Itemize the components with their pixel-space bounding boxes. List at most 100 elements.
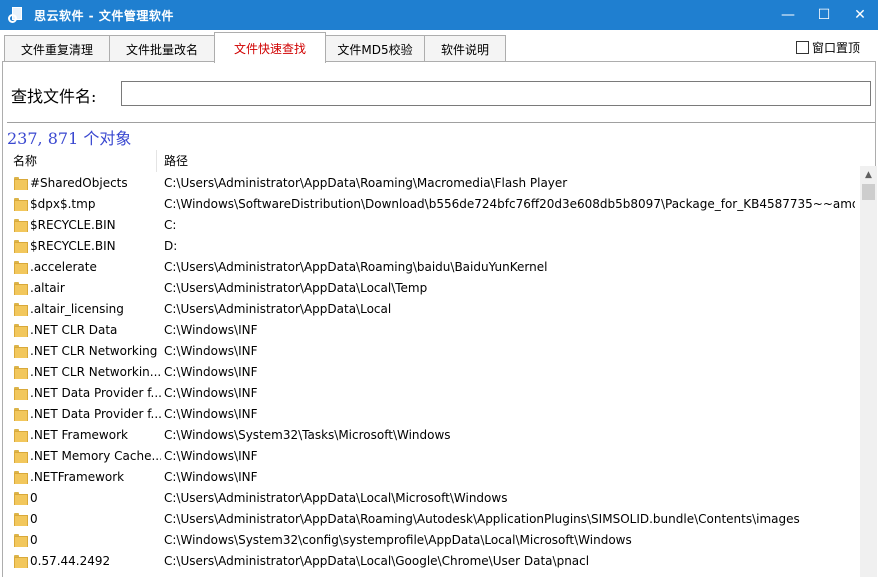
file-path: C:\Users\Administrator\AppData\Local\Tem…: [164, 280, 428, 295]
file-path: C:\Windows\System32\Tasks\Microsoft\Wind…: [164, 427, 451, 442]
file-name: .altair_licensing: [30, 301, 124, 316]
file-name-cell: $RECYCLE.BIN: [7, 239, 161, 253]
file-path: C:\Windows\SoftwareDistribution\Download…: [164, 196, 855, 211]
tab-duplicate-cleanup[interactable]: 文件重复清理: [4, 35, 110, 62]
column-header-path[interactable]: 路径: [157, 150, 188, 172]
list-item[interactable]: .NET CLR Networking C:\Windows\INF: [7, 340, 859, 361]
tab-batch-rename[interactable]: 文件批量改名: [109, 35, 215, 62]
file-name: .NETFramework: [30, 469, 125, 484]
search-panel: 查找文件名: 237, 871 个对象 名称 路径 #SharedObjects…: [2, 61, 877, 577]
folder-icon: [14, 428, 28, 442]
list-item[interactable]: .altair_licensing C:\Users\Administrator\…: [7, 298, 859, 319]
list-item[interactable]: .NET Data Provider f... C:\Windows\INF: [7, 403, 859, 424]
file-path: C:\Users\Administrator\AppData\Local: [164, 301, 392, 316]
tab-quick-search[interactable]: 文件快速查找: [214, 32, 326, 63]
scroll-up-arrow-icon[interactable]: ▲: [860, 166, 877, 183]
file-name-cell: .altair: [7, 281, 161, 295]
file-path: C:\Users\Administrator\AppData\Roaming\A…: [164, 511, 800, 526]
folder-icon: [14, 302, 28, 316]
tab-strip: 文件重复清理 文件批量改名 文件快速查找 文件MD5校验 软件说明 窗口置顶: [0, 30, 878, 63]
folder-icon: [14, 218, 28, 232]
list-item[interactable]: .NET CLR Data C:\Windows\INF: [7, 319, 859, 340]
folder-icon: [14, 260, 28, 274]
file-name-cell: 0: [7, 512, 161, 526]
file-name: .NET Data Provider f...: [30, 385, 161, 400]
file-name: .NET Memory Cache...: [30, 448, 161, 463]
list-item[interactable]: .NET Framework C:\Windows\System32\Tasks\…: [7, 424, 859, 445]
folder-icon: [14, 386, 28, 400]
pin-window-toggle[interactable]: 窗口置顶: [795, 39, 860, 56]
list-item[interactable]: $dpx$.tmp C:\Windows\SoftwareDistribution…: [7, 193, 859, 214]
file-path: C:\Users\Administrator\AppData\Roaming\M…: [164, 175, 568, 190]
list-item[interactable]: .NET Memory Cache... C:\Windows\INF: [7, 445, 859, 466]
pin-window-label: 窗口置顶: [811, 41, 860, 55]
folder-icon: [14, 239, 28, 253]
tab-md5-check[interactable]: 文件MD5校验: [325, 35, 425, 62]
list-item[interactable]: .altair C:\Users\Administrator\AppData\Lo…: [7, 277, 859, 298]
vertical-scrollbar[interactable]: ▲: [860, 166, 877, 577]
file-name: .altair: [30, 280, 65, 295]
list-item[interactable]: $RECYCLE.BIN C:: [7, 214, 859, 235]
file-name-cell: .NET CLR Networking: [7, 344, 161, 358]
maximize-button[interactable]: ☐: [806, 0, 842, 30]
list-item[interactable]: 0 C:\Windows\System32\config\systemprofil…: [7, 529, 859, 550]
title-bar: 思云软件 - 文件管理软件 — ☐ ✕: [0, 0, 878, 30]
folder-icon: [14, 176, 28, 190]
file-path: C:\Windows\INF: [164, 385, 258, 400]
file-name-cell: 0.57.44.2492: [7, 554, 161, 568]
file-list[interactable]: 名称 路径 #SharedObjects C:\Users\Administrat…: [7, 150, 859, 577]
file-name: 0: [30, 511, 38, 526]
close-button[interactable]: ✕: [842, 0, 878, 30]
pin-window-checkbox[interactable]: [795, 41, 809, 54]
list-item[interactable]: .NET Data Provider f... C:\Windows\INF: [7, 382, 859, 403]
search-input[interactable]: [121, 81, 871, 106]
minimize-button[interactable]: —: [770, 0, 806, 30]
folder-icon: [14, 533, 28, 547]
file-name-cell: .accelerate: [7, 260, 161, 274]
file-name: #SharedObjects: [30, 175, 128, 190]
file-name: $dpx$.tmp: [30, 196, 96, 211]
file-path: C:\Windows\INF: [164, 322, 258, 337]
folder-icon: [14, 323, 28, 337]
folder-icon: [14, 512, 28, 526]
app-logo-icon: [8, 6, 26, 24]
list-item[interactable]: .NETFramework C:\Windows\INF: [7, 466, 859, 487]
file-path: C:\Users\Administrator\AppData\Local\Mic…: [164, 490, 508, 505]
tab-about[interactable]: 软件说明: [424, 35, 506, 62]
file-path: C:\Windows\INF: [164, 343, 258, 358]
list-item[interactable]: 0.57.44.2492 C:\Users\Administrator\AppDa…: [7, 550, 859, 571]
list-item[interactable]: .accelerate C:\Users\Administrator\AppDat…: [7, 256, 859, 277]
file-name: .NET CLR Networkin...: [30, 364, 161, 379]
file-path: C:\Windows\System32\config\systemprofile…: [164, 532, 632, 547]
folder-icon: [14, 407, 28, 421]
file-name: .accelerate: [30, 259, 97, 274]
file-name-cell: .NET Framework: [7, 428, 161, 442]
list-item[interactable]: 0 C:\Users\Administrator\AppData\Roaming\…: [7, 508, 859, 529]
file-name: 0: [30, 532, 38, 547]
file-name: .NET Framework: [30, 427, 128, 442]
file-name: 0.57.44.2492: [30, 553, 111, 568]
file-name-cell: $dpx$.tmp: [7, 197, 161, 211]
folder-icon: [14, 344, 28, 358]
file-name-cell: 0: [7, 533, 161, 547]
folder-icon: [14, 197, 28, 211]
file-path: D:: [164, 238, 178, 253]
folder-icon: [14, 491, 28, 505]
window-title: 思云软件 - 文件管理软件: [34, 8, 174, 23]
list-item[interactable]: 0 C:\Users\Administrator\AppData\Local\Mi…: [7, 487, 859, 508]
file-path: C:\Windows\INF: [164, 364, 258, 379]
folder-icon: [14, 281, 28, 295]
file-name: 0: [30, 490, 38, 505]
list-item[interactable]: #SharedObjects C:\Users\Administrator\App…: [7, 172, 859, 193]
file-name: .NET Data Provider f...: [30, 406, 161, 421]
file-name-cell: .NET Memory Cache...: [7, 449, 161, 463]
scroll-thumb[interactable]: [862, 184, 875, 200]
file-name-cell: 0: [7, 491, 161, 505]
file-path: C:: [164, 217, 177, 232]
file-name-cell: #SharedObjects: [7, 176, 161, 190]
list-item[interactable]: $RECYCLE.BIN D:: [7, 235, 859, 256]
list-item[interactable]: .NET CLR Networkin... C:\Windows\INF: [7, 361, 859, 382]
column-header-name[interactable]: 名称: [7, 150, 157, 172]
file-name-cell: .NETFramework: [7, 470, 161, 484]
folder-icon: [14, 554, 28, 568]
